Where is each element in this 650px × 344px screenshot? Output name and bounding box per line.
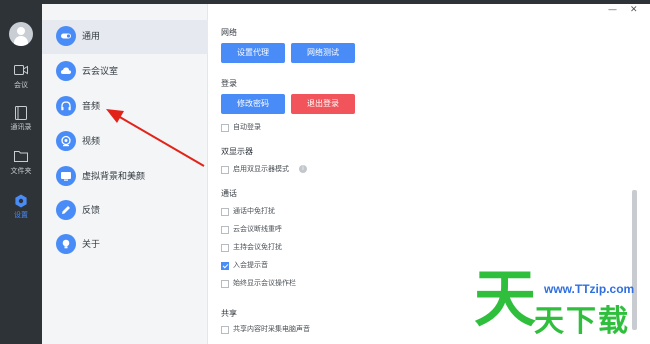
watermark-big-char: 天 [474,262,537,335]
watermark-logo: 天 www.TTzip.com 天下载 [470,262,650,344]
watermark-url: www.TTzip.com [544,282,635,296]
watermark-text: 天下载 [534,304,630,339]
meeting-settings-window: 会议 通讯录 文件夹 设置 通用 云会议室 音频 视频 虚拟背景和美颜 反馈 关… [0,0,650,344]
